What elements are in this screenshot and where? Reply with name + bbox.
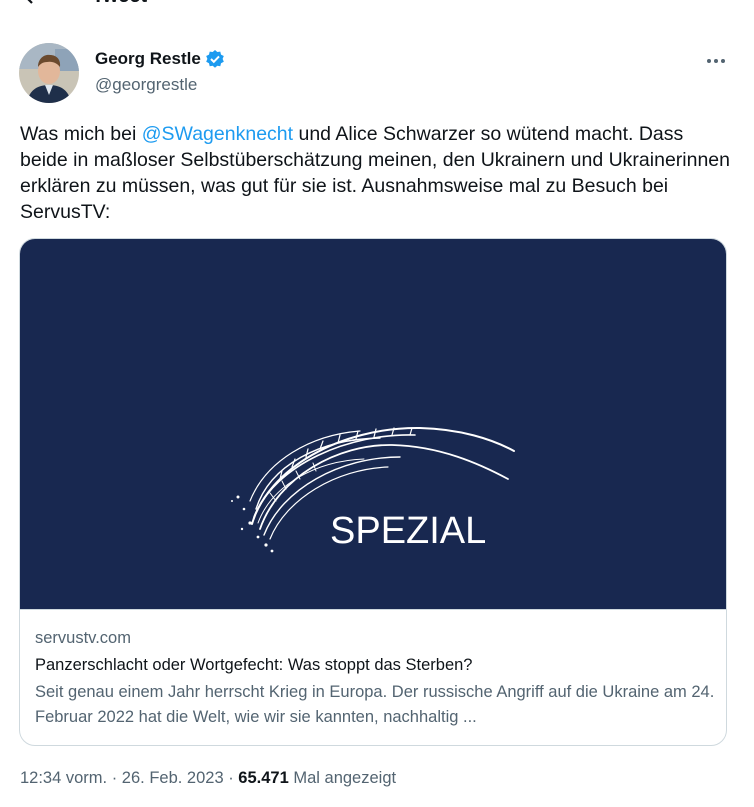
link-preview-card[interactable]: SPEZIAL servustv.com Panzerschlacht oder…: [19, 238, 727, 746]
author-display-name[interactable]: Georg Restle: [95, 48, 201, 70]
more-options-button[interactable]: [702, 48, 730, 72]
top-bar: Tweet: [0, 0, 754, 10]
card-title: Panzerschlacht oder Wortgefecht: Was sto…: [35, 656, 473, 674]
tweet-date[interactable]: 26. Feb. 2023: [122, 769, 224, 787]
views-label: Mal angezeigt: [288, 769, 397, 787]
views-count[interactable]: 65.471: [238, 769, 288, 787]
author-handle[interactable]: @georgrestle: [95, 74, 197, 96]
meta-separator: ·: [223, 769, 239, 787]
verified-badge-icon: [205, 49, 225, 69]
card-description: Seit genau einem Jahr herrscht Krieg in …: [35, 683, 715, 726]
page-title: Tweet: [92, 0, 147, 8]
card-domain: servustv.com: [35, 629, 131, 647]
author-name-row: Georg Restle: [95, 48, 225, 70]
avatar[interactable]: [19, 43, 79, 103]
card-image-text: SPEZIAL: [330, 510, 486, 552]
more-horizontal-icon: [706, 51, 726, 69]
meta-separator: ·: [107, 769, 122, 787]
back-arrow-icon[interactable]: [20, 0, 40, 6]
tweet-time[interactable]: 12:34 vorm.: [20, 769, 107, 787]
tweet-meta: 12:34 vorm. · 26. Feb. 2023 · 65.471 Mal…: [20, 767, 396, 789]
tweet-text-part: Was mich bei: [20, 123, 142, 145]
mention-link[interactable]: @SWagenknecht: [142, 123, 293, 145]
card-image: SPEZIAL: [20, 239, 726, 610]
tweet-text: Was mich bei @SWagenknecht und Alice Sch…: [20, 121, 736, 225]
